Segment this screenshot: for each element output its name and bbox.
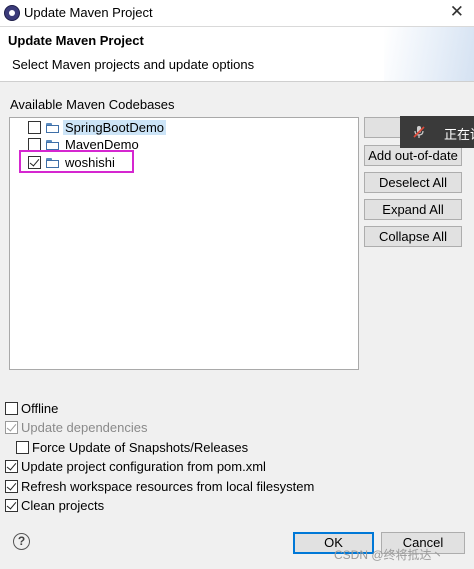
- overlay-text: 正在讲: [444, 127, 474, 142]
- project-folder-icon: [46, 122, 60, 133]
- csdn-watermark: CSDN @终将抵达丶: [334, 548, 444, 562]
- update-dependencies-label: Update dependencies: [21, 419, 148, 435]
- option-force-update[interactable]: Force Update of Snapshots/Releases: [16, 439, 248, 455]
- header-description: Select Maven projects and update options: [12, 57, 255, 72]
- eclipse-icon: [4, 5, 20, 21]
- option-clean-projects[interactable]: Clean projects: [5, 497, 104, 513]
- offline-label: Offline: [21, 400, 59, 416]
- project-checkbox[interactable]: [28, 121, 41, 134]
- project-folder-icon: [46, 139, 60, 150]
- project-label: SpringBootDemo: [63, 120, 166, 135]
- refresh-workspace-checkbox[interactable]: [5, 479, 18, 493]
- collapse-all-button[interactable]: Collapse All: [364, 226, 462, 247]
- force-update-checkbox[interactable]: [16, 440, 29, 454]
- title-bar: Update Maven Project ✕: [0, 0, 474, 27]
- codebases-label: Available Maven Codebases: [10, 97, 175, 112]
- tree-item-springbootdemo[interactable]: SpringBootDemo: [28, 119, 166, 136]
- option-refresh-workspace[interactable]: Refresh workspace resources from local f…: [5, 478, 314, 494]
- voice-overlay: 正在讲: [400, 116, 474, 148]
- refresh-workspace-label: Refresh workspace resources from local f…: [21, 478, 315, 494]
- header-title: Update Maven Project: [8, 33, 144, 48]
- offline-checkbox[interactable]: [5, 401, 18, 415]
- update-dependencies-checkbox: [5, 420, 18, 434]
- update-config-label: Update project configuration from pom.xm…: [21, 458, 266, 474]
- expand-all-button[interactable]: Expand All: [364, 199, 462, 220]
- clean-projects-label: Clean projects: [21, 497, 105, 513]
- option-update-config[interactable]: Update project configuration from pom.xm…: [5, 458, 266, 474]
- force-update-label: Force Update of Snapshots/Releases: [32, 439, 249, 455]
- update-config-checkbox[interactable]: [5, 459, 18, 473]
- close-icon[interactable]: ✕: [450, 2, 464, 22]
- deselect-all-button[interactable]: Deselect All: [364, 172, 462, 193]
- option-update-dependencies: Update dependencies: [5, 419, 148, 435]
- window-title: Update Maven Project: [24, 5, 153, 20]
- banner-graphic: [384, 27, 474, 81]
- add-out-of-date-button[interactable]: Add out-of-date: [364, 145, 462, 166]
- help-icon[interactable]: ?: [13, 533, 30, 550]
- option-offline[interactable]: Offline: [5, 400, 58, 416]
- clean-projects-checkbox[interactable]: [5, 498, 18, 512]
- muted-mic-icon: [413, 126, 425, 138]
- annotation-highlight-box: [19, 150, 134, 173]
- dialog-header: Update Maven Project Select Maven projec…: [0, 27, 474, 82]
